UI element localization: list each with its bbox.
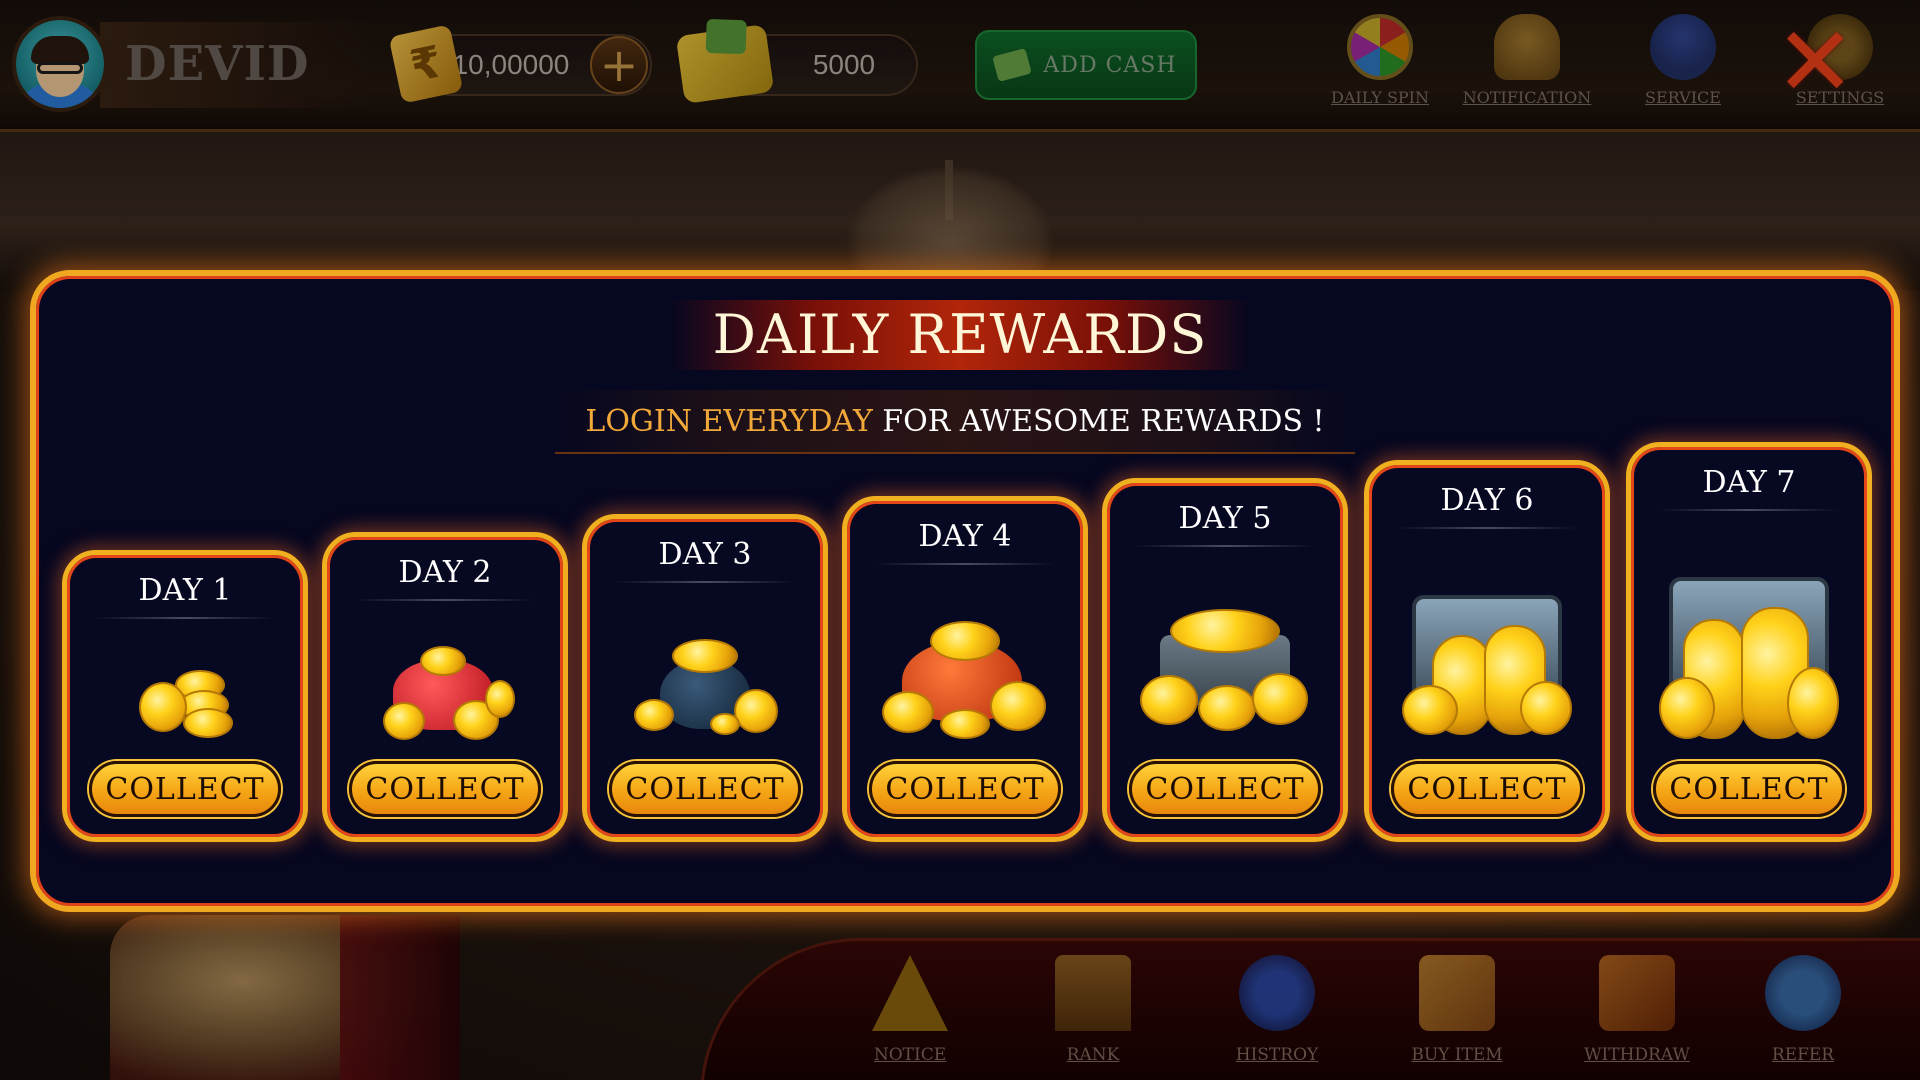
day-divider xyxy=(1135,545,1315,547)
coin-purse-icon xyxy=(375,642,515,742)
coin-pot-icon xyxy=(630,629,780,739)
day-divider xyxy=(1397,527,1577,529)
day-divider xyxy=(1659,509,1839,511)
reward-card-day-2: DAY 2 COLLECT xyxy=(322,532,568,842)
large-coin-vault-icon xyxy=(1659,567,1839,747)
day-divider xyxy=(95,617,275,619)
day-divider xyxy=(355,599,535,601)
collect-button[interactable]: COLLECT xyxy=(1391,761,1583,817)
day-label: DAY 3 xyxy=(658,537,752,572)
small-coin-stack-icon xyxy=(135,660,235,740)
day-label: DAY 5 xyxy=(1178,501,1272,536)
subtitle-highlight: LOGIN EVERYDAY xyxy=(585,404,873,439)
collect-button[interactable]: COLLECT xyxy=(869,761,1061,817)
day-divider xyxy=(875,563,1055,565)
modal-title: DAILY REWARDS xyxy=(712,303,1208,366)
day-label: DAY 2 xyxy=(398,555,492,590)
collect-button[interactable]: COLLECT xyxy=(89,761,281,817)
day-label: DAY 6 xyxy=(1440,483,1534,518)
collect-button[interactable]: COLLECT xyxy=(1129,761,1321,817)
coin-chest-icon xyxy=(1140,595,1310,735)
day-label: DAY 1 xyxy=(138,573,232,608)
day-label: DAY 4 xyxy=(918,519,1012,554)
modal-subtitle: LOGIN EVERYDAY FOR AWESOME REWARDS ! xyxy=(555,390,1355,454)
collect-button[interactable]: COLLECT xyxy=(1653,761,1845,817)
reward-card-day-1: DAY 1 COLLECT xyxy=(62,550,308,842)
collect-button[interactable]: COLLECT xyxy=(349,761,541,817)
day-label: DAY 7 xyxy=(1702,465,1796,500)
reward-card-day-5: DAY 5 COLLECT xyxy=(1102,478,1348,842)
reward-card-day-7: DAY 7 COLLECT xyxy=(1626,442,1872,842)
coin-vault-icon xyxy=(1402,585,1572,745)
day-divider xyxy=(615,581,795,583)
subtitle-text: FOR AWESOME REWARDS ! xyxy=(872,404,1325,439)
reward-card-day-3: DAY 3 COLLECT xyxy=(582,514,828,842)
collect-button[interactable]: COLLECT xyxy=(609,761,801,817)
reward-card-day-6: DAY 6 COLLECT xyxy=(1364,460,1610,842)
coin-sack-icon xyxy=(880,611,1050,741)
reward-card-day-4: DAY 4 COLLECT xyxy=(842,496,1088,842)
